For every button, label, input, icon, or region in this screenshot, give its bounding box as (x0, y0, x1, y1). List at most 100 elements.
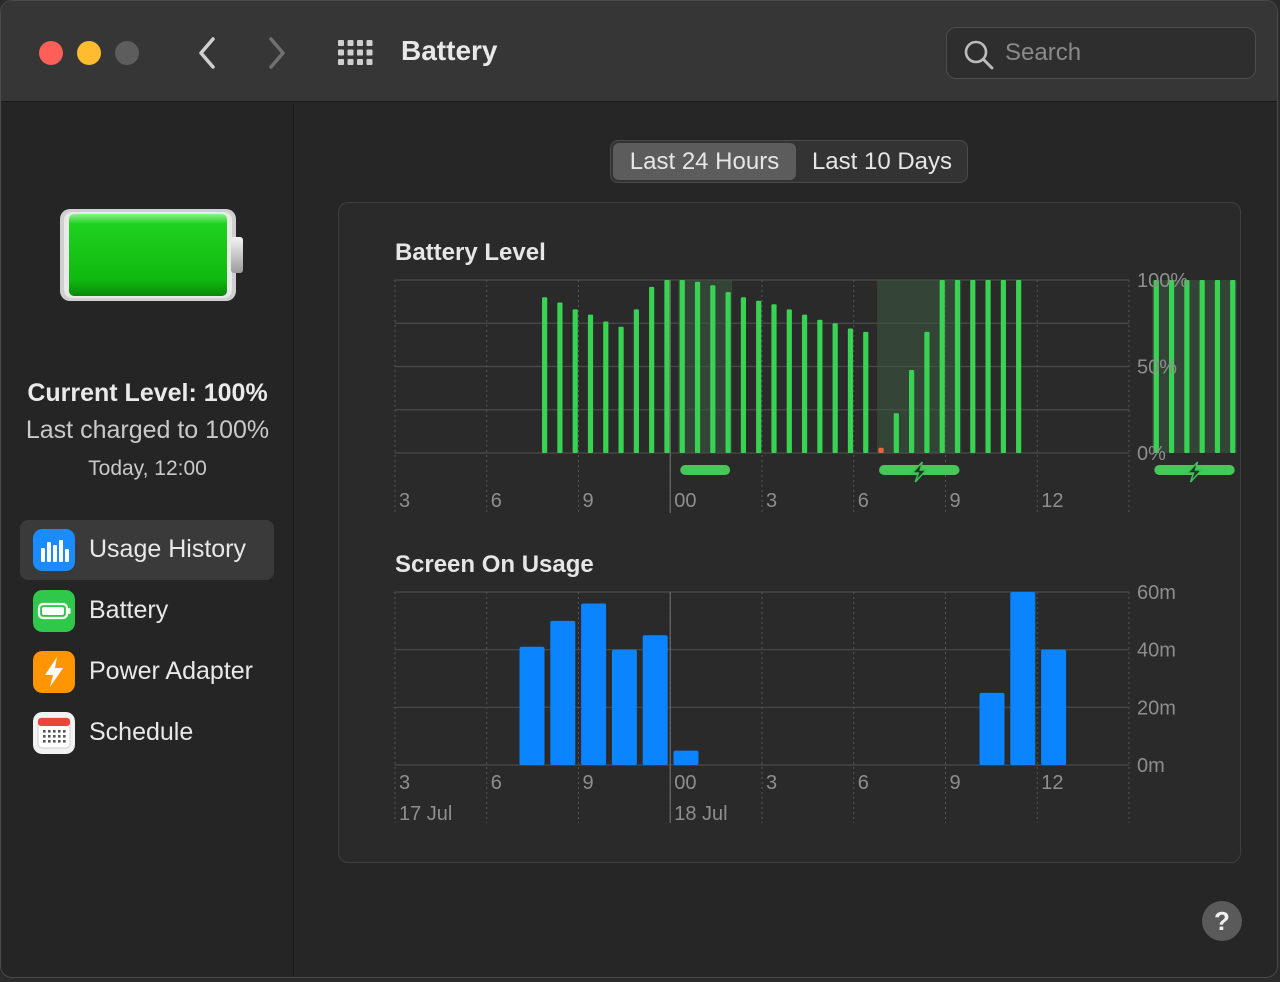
last-charged-text: Last charged to 100% (25, 416, 270, 444)
battery-level-bar (939, 280, 945, 453)
battery-level-bar (924, 331, 930, 453)
screen-usage-bar (1010, 592, 1036, 765)
usage-x-tick-label: 9 (583, 772, 594, 794)
window-title: Battery (401, 35, 498, 66)
usage-date-label: 17 Jul (399, 803, 452, 825)
screen-usage-bar (581, 603, 607, 765)
battery-full-icon (60, 209, 243, 301)
battery-level-bar (1016, 280, 1022, 453)
battery-level-bar (587, 314, 594, 453)
zoom-window-button[interactable] (115, 41, 139, 65)
battery-level-bar (725, 292, 731, 453)
usage-charts-panel: Battery Level Screen On Usage 100% 50% 0% 3… (338, 202, 1277, 863)
battery-level-bar (847, 328, 854, 453)
battery-level-bar (909, 369, 915, 453)
battery-level-bar (832, 323, 838, 453)
title-bar: Battery (1, 1, 1277, 102)
sidebar: Current Level: 100% Last charged to 100%… (1, 103, 294, 977)
battery-level-bar (878, 447, 884, 453)
tab-last-10-days[interactable]: Last 10 Days (798, 143, 966, 180)
usage-charts: 100% 50% 0% 3 6 9 00 3 6 9 12 60m 40m 20m 0m 3 6 9 00 3 6 9 12… (394, 270, 1277, 825)
battery-x-tick-label: 6 (858, 490, 869, 512)
screen-usage-bar (673, 750, 699, 765)
charging-indicator (680, 465, 731, 475)
sidebar-item-usage-history[interactable]: Usage History (20, 520, 274, 580)
screen-usage-bar (1041, 649, 1067, 765)
battery-level-bar (970, 280, 976, 453)
battery-y-tick-label: 0% (1137, 443, 1166, 465)
sidebar-item-battery[interactable]: Battery (20, 581, 274, 641)
screen-on-usage-title: Screen On Usage (395, 551, 594, 578)
battery-x-tick-label: 6 (491, 490, 502, 512)
search-input[interactable] (1005, 36, 1245, 70)
battery-level-bar (649, 286, 655, 453)
battery-level-bar (664, 280, 670, 453)
battery-level-bar (557, 302, 563, 453)
battery-level-title: Battery Level (395, 239, 546, 266)
battery-x-tick-label: 9 (950, 490, 961, 512)
battery-level-bar (954, 280, 961, 453)
sidebar-item-schedule[interactable]: Schedule (20, 703, 274, 763)
battery-x-tick-label: 3 (399, 490, 410, 512)
battery-level-bar (756, 300, 762, 453)
charging-period-shade (678, 280, 733, 453)
usage-y-tick-label: 0m (1137, 755, 1165, 777)
battery-y-tick-label: 50% (1137, 357, 1177, 379)
battery-level-bar (863, 331, 869, 453)
calendar-icon (33, 712, 75, 754)
usage-x-tick-label: 6 (858, 772, 869, 794)
sidebar-item-power-adapter[interactable]: Power Adapter (20, 642, 274, 702)
grid-icon (338, 40, 373, 65)
usage-y-tick-label: 40m (1137, 640, 1176, 662)
battery-level-bar (801, 314, 808, 453)
screen-usage-bar (642, 635, 668, 765)
help-button[interactable]: ? (1202, 901, 1242, 941)
battery-level-bar (817, 319, 823, 453)
usage-x-tick-label: 9 (950, 772, 961, 794)
current-level-text: Current Level: 100% (27, 379, 268, 407)
battery-level-bar (542, 297, 548, 453)
battery-icon (33, 590, 75, 632)
screen-usage-bar (519, 646, 545, 765)
battery-level-bar (1184, 280, 1190, 453)
sidebar-item-label: Usage History (89, 535, 246, 563)
time-range-selector: Last 24 Hours Last 10 Days (610, 140, 968, 183)
battery-level-bar (985, 280, 991, 453)
bar-chart-icon (33, 529, 75, 571)
battery-x-tick-label: 00 (674, 490, 696, 512)
tab-last-24-hours[interactable]: Last 24 Hours (613, 143, 796, 180)
screen-usage-bar (550, 620, 576, 765)
sidebar-item-label: Power Adapter (89, 657, 253, 685)
screen-usage-bar (611, 649, 637, 765)
battery-level-bar (1214, 280, 1221, 453)
battery-level-bar (893, 413, 899, 453)
back-button[interactable] (187, 31, 227, 75)
forward-button[interactable] (257, 31, 297, 75)
battery-level-bar (694, 281, 701, 453)
battery-x-tick-label: 12 (1041, 490, 1063, 512)
usage-date-label: 18 Jul (674, 803, 727, 825)
close-window-button[interactable] (39, 41, 63, 65)
screen-usage-bar (979, 692, 1005, 765)
sidebar-item-label: Battery (89, 596, 169, 624)
usage-x-tick-label: 3 (766, 772, 777, 794)
battery-level-bar (1000, 280, 1006, 453)
chevron-right-icon (269, 37, 285, 69)
usage-x-tick-label: 12 (1041, 772, 1063, 794)
usage-x-tick-label: 6 (491, 772, 502, 794)
battery-level-bar (679, 280, 685, 453)
search-box[interactable] (946, 27, 1256, 79)
sidebar-item-label: Schedule (89, 718, 194, 746)
usage-y-tick-label: 20m (1137, 697, 1176, 719)
battery-y-tick-label: 100% (1137, 270, 1188, 292)
battery-preferences-window: Battery Search Current Level: 100% Last … (0, 0, 1278, 978)
minimize-window-button[interactable] (77, 41, 101, 65)
battery-level-bar (603, 321, 609, 453)
show-all-button[interactable] (335, 37, 375, 69)
search-icon (964, 40, 994, 70)
battery-level-bar (786, 309, 792, 453)
battery-level-bar (740, 297, 747, 453)
chevron-left-icon (199, 37, 215, 69)
battery-level-bar (618, 326, 624, 453)
last-charged-time: Today, 12:00 (88, 457, 207, 480)
